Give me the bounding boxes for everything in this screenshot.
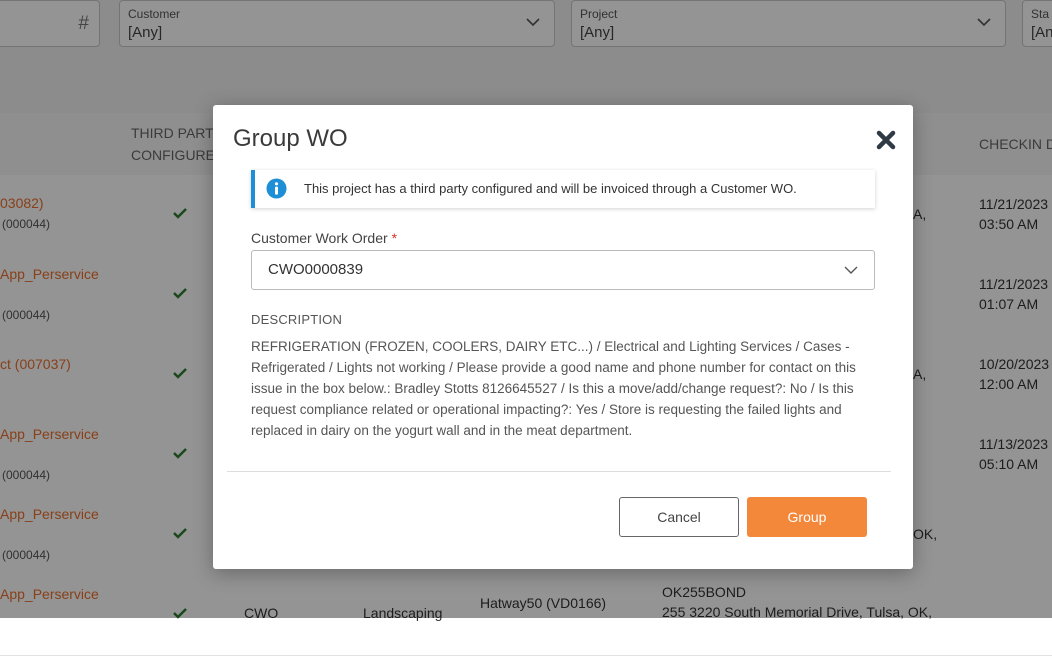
modal-title: Group WO bbox=[233, 125, 348, 152]
chevron-down-icon bbox=[844, 266, 858, 274]
customer-work-order-label: Customer Work Order * bbox=[251, 230, 397, 246]
info-message: This project has a third party configure… bbox=[304, 181, 797, 196]
required-marker: * bbox=[391, 230, 398, 246]
info-icon bbox=[266, 178, 287, 199]
close-icon[interactable] bbox=[875, 129, 897, 151]
description-text: REFRIGERATION (FROZEN, COOLERS, DAIRY ET… bbox=[251, 339, 856, 438]
divider bbox=[227, 471, 891, 472]
group-wo-dialog: Group WO This project has a third party … bbox=[213, 105, 913, 569]
cwo-label-text: Customer Work Order bbox=[251, 230, 388, 246]
cwo-selected-value: CWO0000839 bbox=[268, 261, 364, 278]
group-button[interactable]: Group bbox=[747, 497, 867, 537]
cancel-button[interactable]: Cancel bbox=[619, 497, 739, 537]
description-label: DESCRIPTION bbox=[251, 312, 343, 327]
customer-work-order-select[interactable]: CWO0000839 bbox=[251, 250, 875, 290]
info-alert: This project has a third party configure… bbox=[251, 170, 875, 208]
